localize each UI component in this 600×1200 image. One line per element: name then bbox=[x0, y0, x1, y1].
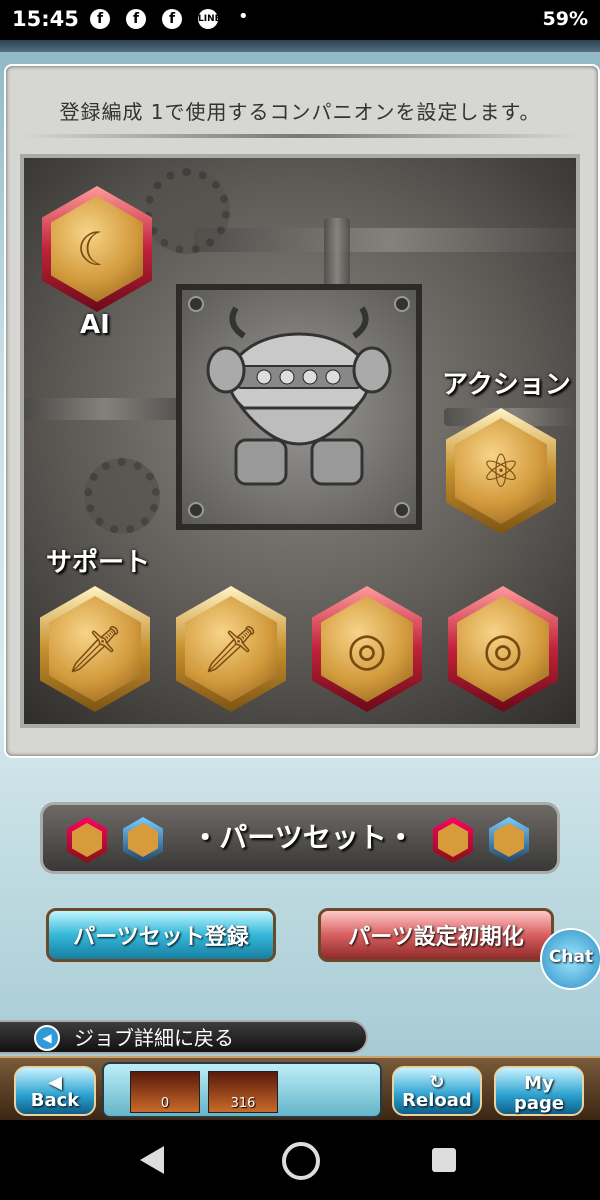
bottom-nav: ◀ Back 0 316 ↻ Reload My page bbox=[0, 1056, 600, 1120]
pipe bbox=[24, 398, 184, 420]
pipe bbox=[194, 228, 576, 252]
left-arrow-icon: ◀ bbox=[34, 1025, 60, 1051]
item-2[interactable]: 316 bbox=[208, 1071, 278, 1113]
facebook-icon: f bbox=[162, 9, 182, 29]
action-slot[interactable]: ⚛ bbox=[446, 408, 556, 534]
parts-set-title: ・パーツセット・ bbox=[191, 821, 415, 854]
item-tray: 0 316 bbox=[102, 1062, 382, 1118]
support-slot-3[interactable]: ◎ bbox=[312, 586, 422, 712]
chat-button[interactable]: Chat bbox=[540, 928, 600, 990]
back-to-job-details-link[interactable]: ◀ ジョブ詳細に戻る bbox=[0, 1020, 368, 1054]
reload-button[interactable]: ↻ Reload bbox=[392, 1066, 482, 1116]
system-back-icon[interactable] bbox=[140, 1146, 164, 1174]
support-slot-1[interactable]: 🗡 bbox=[40, 586, 150, 712]
system-home-icon[interactable] bbox=[282, 1142, 320, 1180]
gear bbox=[84, 458, 160, 534]
status-time: 15:45 bbox=[12, 7, 79, 31]
sword-icon: 🗡 bbox=[65, 622, 125, 676]
parts-set-register-button[interactable]: パーツセット登録 bbox=[46, 908, 276, 962]
battery-text: 59% bbox=[542, 8, 588, 30]
status-bar: 15:45 f f f LINE • 59% bbox=[0, 0, 600, 40]
facebook-icon: f bbox=[90, 9, 110, 29]
system-recents-icon[interactable] bbox=[432, 1148, 456, 1172]
divider bbox=[22, 134, 578, 138]
ai-label: AI bbox=[80, 310, 110, 340]
back-button-label: Back bbox=[30, 1090, 80, 1111]
reload-button-label: Reload bbox=[402, 1090, 472, 1111]
back-link-label: ジョブ詳細に戻る bbox=[74, 1026, 234, 1050]
support-label: サポート bbox=[46, 548, 151, 578]
mypage-button[interactable]: My page bbox=[494, 1066, 584, 1116]
claw-icon: ☾ bbox=[76, 222, 118, 276]
top-strip bbox=[0, 40, 600, 52]
atom-icon: ⚛ bbox=[480, 444, 522, 498]
dot-icon: • bbox=[238, 6, 249, 27]
support-slot-4[interactable]: ◎ bbox=[448, 586, 558, 712]
action-label: アクション bbox=[442, 370, 571, 400]
system-navigation-bar bbox=[0, 1120, 600, 1200]
gear bbox=[144, 168, 230, 254]
item-1-count: 0 bbox=[160, 1096, 170, 1111]
parts-reset-button[interactable]: パーツ設定初期化 bbox=[318, 908, 554, 962]
ai-slot[interactable]: ☾ bbox=[42, 186, 152, 312]
companion-frame[interactable] bbox=[176, 284, 422, 530]
back-button[interactable]: ◀ Back bbox=[14, 1066, 96, 1116]
line-icon: LINE bbox=[198, 9, 221, 29]
robot-companion-icon bbox=[206, 306, 392, 486]
sword-icon: 🗡 bbox=[201, 622, 261, 676]
companion-stage: ☾ AI アクション ⚛ サポート 🗡 🗡 ◎ ◎ bbox=[20, 154, 580, 728]
ring-icon: ◎ bbox=[346, 622, 388, 676]
instruction-message: 登録編成 1で使用するコンパニオンを設定します。 bbox=[59, 100, 541, 124]
item-2-count: 316 bbox=[230, 1096, 256, 1111]
game-screen: 登録編成 1で使用するコンパニオンを設定します。 ☾ AI アクション ⚛ サポ… bbox=[0, 40, 600, 1120]
parts-set-bar[interactable]: ・パーツセット・ bbox=[40, 802, 560, 874]
support-slot-2[interactable]: 🗡 bbox=[176, 586, 286, 712]
facebook-icon: f bbox=[126, 9, 146, 29]
item-1[interactable]: 0 bbox=[130, 1071, 200, 1113]
ring-icon: ◎ bbox=[482, 622, 524, 676]
